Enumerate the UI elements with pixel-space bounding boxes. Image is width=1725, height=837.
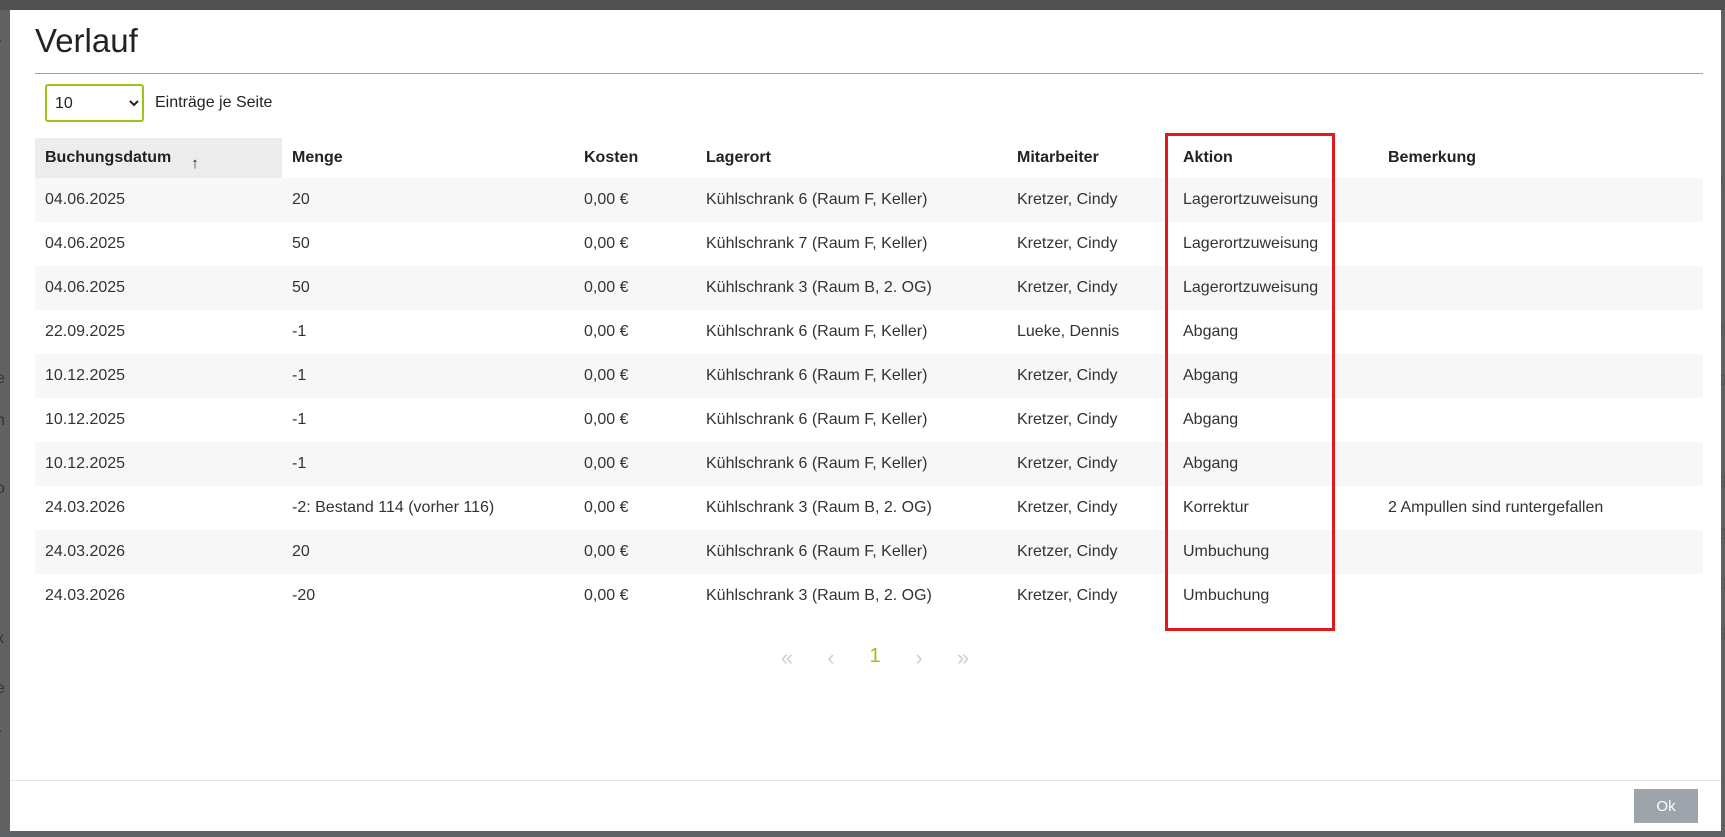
ok-button[interactable]: Ok [1634, 789, 1698, 823]
table-row: 22.09.2025 -1 0,00 € Kühlschrank 6 (Raum F,… [35, 310, 1703, 354]
page-size-select[interactable]: 10 [45, 84, 144, 122]
cell-mitarbeiter: Kretzer, Cindy [1007, 222, 1173, 266]
cell-kosten: 0,00 € [574, 574, 696, 618]
cell-buchungsdatum: 10.12.2025 [35, 398, 282, 442]
cell-menge: 20 [282, 530, 574, 574]
cell-buchungsdatum: 24.03.2026 [35, 530, 282, 574]
cell-bemerkung [1378, 442, 1703, 486]
cell-bemerkung [1378, 222, 1703, 266]
page-size-label: Einträge je Seite [155, 94, 273, 111]
cell-lagerort: Kühlschrank 3 (Raum B, 2. OG) [696, 266, 1007, 310]
cell-lagerort: Kühlschrank 6 (Raum F, Keller) [696, 178, 1007, 222]
cell-mitarbeiter: Kretzer, Cindy [1007, 178, 1173, 222]
cell-lagerort: Kühlschrank 6 (Raum F, Keller) [696, 442, 1007, 486]
cell-buchungsdatum: 24.03.2026 [35, 574, 282, 618]
table-row: 04.06.2025 50 0,00 € Kühlschrank 7 (Raum F,… [35, 222, 1703, 266]
cell-kosten: 0,00 € [574, 398, 696, 442]
cell-buchungsdatum: 10.12.2025 [35, 442, 282, 486]
cell-buchungsdatum: 22.09.2025 [35, 310, 282, 354]
cell-kosten: 0,00 € [574, 222, 696, 266]
table-row: 24.03.2026 20 0,00 € Kühlschrank 6 (Raum F,… [35, 530, 1703, 574]
column-header-bemerkung[interactable]: Bemerkung [1378, 138, 1703, 178]
cell-menge: 50 [282, 222, 574, 266]
cell-lagerort: Kühlschrank 6 (Raum F, Keller) [696, 530, 1007, 574]
cell-menge: -20 [282, 574, 574, 618]
table-row: 10.12.2025 -1 0,00 € Kühlschrank 6 (Raum F,… [35, 354, 1703, 398]
cell-menge: -2: Bestand 114 (vorher 116) [282, 486, 574, 530]
cell-menge: -1 [282, 354, 574, 398]
cell-bemerkung [1378, 398, 1703, 442]
cell-kosten: 0,00 € [574, 354, 696, 398]
cell-lagerort: Kühlschrank 3 (Raum B, 2. OG) [696, 486, 1007, 530]
cell-kosten: 0,00 € [574, 266, 696, 310]
table-header-row: Buchungsdatum ↑ Menge Kosten Lagerort Mit… [35, 138, 1703, 178]
cell-bemerkung [1378, 354, 1703, 398]
cell-mitarbeiter: Kretzer, Cindy [1007, 398, 1173, 442]
cell-bemerkung: 2 Ampullen sind runtergefallen [1378, 486, 1703, 530]
current-page-button[interactable]: 1 [853, 645, 897, 671]
table-row: 10.12.2025 -1 0,00 € Kühlschrank 6 (Raum F,… [35, 442, 1703, 486]
aktion-column-highlight [1165, 133, 1335, 631]
background-app-bar [0, 0, 1725, 10]
cell-kosten: 0,00 € [574, 442, 696, 486]
table-row: 10.12.2025 -1 0,00 € Kühlschrank 6 (Raum F,… [35, 398, 1703, 442]
cell-menge: -1 [282, 442, 574, 486]
cell-buchungsdatum: 10.12.2025 [35, 354, 282, 398]
cell-bemerkung [1378, 178, 1703, 222]
cell-lagerort: Kühlschrank 7 (Raum F, Keller) [696, 222, 1007, 266]
history-table: Buchungsdatum ↑ Menge Kosten Lagerort Mit… [35, 138, 1703, 618]
table-body: 04.06.2025 20 0,00 € Kühlschrank 6 (Raum F,… [35, 178, 1703, 618]
cell-lagerort: Kühlschrank 6 (Raum F, Keller) [696, 354, 1007, 398]
cell-buchungsdatum: 04.06.2025 [35, 178, 282, 222]
cell-lagerort: Kühlschrank 6 (Raum F, Keller) [696, 310, 1007, 354]
cell-menge: -1 [282, 310, 574, 354]
background-app-left: rlt ien o:I xer [0, 36, 5, 743]
table-row: 24.03.2026 -20 0,00 € Kühlschrank 3 (Raum B… [35, 574, 1703, 618]
first-page-button[interactable]: « [765, 645, 809, 671]
column-header-menge[interactable]: Menge [282, 138, 574, 178]
cell-kosten: 0,00 € [574, 310, 696, 354]
cell-menge: 20 [282, 178, 574, 222]
previous-page-button[interactable]: ‹ [809, 645, 853, 671]
cell-mitarbeiter: Kretzer, Cindy [1007, 442, 1173, 486]
cell-buchungsdatum: 04.06.2025 [35, 222, 282, 266]
cell-lagerort: Kühlschrank 6 (Raum F, Keller) [696, 398, 1007, 442]
cell-menge: 50 [282, 266, 574, 310]
cell-kosten: 0,00 € [574, 486, 696, 530]
cell-mitarbeiter: Kretzer, Cindy [1007, 530, 1173, 574]
cell-bemerkung [1378, 530, 1703, 574]
cell-buchungsdatum: 24.03.2026 [35, 486, 282, 530]
history-dialog: Verlauf 10 Einträge je Seite Buchungsdat… [10, 10, 1721, 831]
footer-divider [10, 780, 1721, 781]
column-header-lagerort[interactable]: Lagerort [696, 138, 1007, 178]
column-header-kosten[interactable]: Kosten [574, 138, 696, 178]
title-divider [35, 73, 1703, 74]
table-row: 04.06.2025 20 0,00 € Kühlschrank 6 (Raum F,… [35, 178, 1703, 222]
cell-kosten: 0,00 € [574, 530, 696, 574]
cell-mitarbeiter: Kretzer, Cindy [1007, 266, 1173, 310]
column-header-buchungsdatum[interactable]: Buchungsdatum ↑ [35, 138, 282, 178]
cell-lagerort: Kühlschrank 3 (Raum B, 2. OG) [696, 574, 1007, 618]
cell-bemerkung [1378, 574, 1703, 618]
cell-mitarbeiter: Lueke, Dennis [1007, 310, 1173, 354]
sort-ascending-icon: ↑ [191, 155, 199, 172]
cell-buchungsdatum: 04.06.2025 [35, 266, 282, 310]
table-row: 24.03.2026 -2: Bestand 114 (vorher 116) 0,… [35, 486, 1703, 530]
column-header-mitarbeiter[interactable]: Mitarbeiter [1007, 138, 1173, 178]
cell-mitarbeiter: Kretzer, Cindy [1007, 486, 1173, 530]
cell-menge: -1 [282, 398, 574, 442]
dialog-title: Verlauf [35, 22, 138, 59]
cell-kosten: 0,00 € [574, 178, 696, 222]
last-page-button[interactable]: » [941, 645, 985, 671]
cell-mitarbeiter: Kretzer, Cindy [1007, 354, 1173, 398]
next-page-button[interactable]: › [897, 645, 941, 671]
column-header-label: Buchungsdatum [45, 149, 172, 166]
cell-mitarbeiter: Kretzer, Cindy [1007, 574, 1173, 618]
pagination: « ‹ 1 › » [765, 645, 985, 671]
cell-bemerkung [1378, 310, 1703, 354]
cell-bemerkung [1378, 266, 1703, 310]
table-row: 04.06.2025 50 0,00 € Kühlschrank 3 (Raum B,… [35, 266, 1703, 310]
